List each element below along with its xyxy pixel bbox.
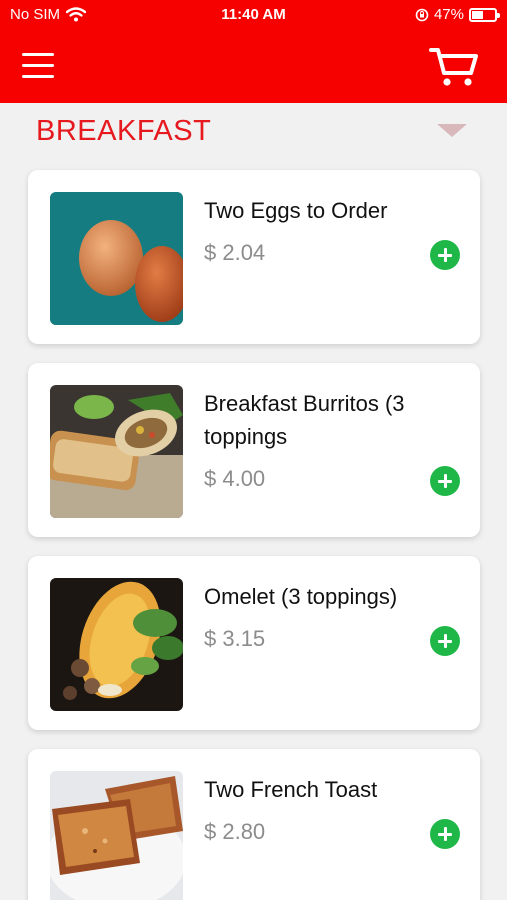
item-price: $ 4.00 [204,466,266,491]
item-price: $ 2.80 [204,819,266,844]
menu-button[interactable] [22,51,56,81]
caret-down-icon[interactable] [437,124,467,137]
add-to-cart-button[interactable] [430,466,460,496]
add-to-cart-button[interactable] [430,626,460,656]
item-name: Omelet (3 toppings) [204,584,398,609]
menu-item-card[interactable]: Breakfast Burritos (3 toppings $ 4.00 [28,363,480,537]
item-name: Two Eggs to Order [204,198,388,223]
battery-percent: 47% [433,6,464,23]
category-header[interactable]: BREAKFAST [0,105,507,155]
add-to-cart-button[interactable] [430,240,460,270]
menu-item-card[interactable]: Omelet (3 toppings) $ 3.15 [28,556,480,730]
battery-icon [469,7,500,22]
category-title: BREAKFAST [36,115,212,147]
item-price: $ 3.15 [204,626,266,651]
french-toast-photo [50,771,183,900]
orientation-lock-icon [415,8,429,21]
item-name: Two French Toast [204,777,378,802]
item-name: Breakfast Burritos (3 toppings [204,391,405,449]
status-right: 47% [415,6,500,23]
status-bar: No SIM 11:40 AM 47% [0,0,507,32]
item-price: $ 2.04 [204,240,266,265]
shopping-cart-icon[interactable] [428,45,480,89]
add-to-cart-button[interactable] [430,819,460,849]
menu-item-card[interactable]: Two French Toast $ 2.80 [28,749,480,900]
eggs-photo [50,192,183,325]
app-header: No SIM 11:40 AM 47% [0,0,507,103]
omelet-photo [50,578,183,711]
burrito-photo [50,385,183,518]
menu-item-card[interactable]: Two Eggs to Order $ 2.04 [28,170,480,344]
